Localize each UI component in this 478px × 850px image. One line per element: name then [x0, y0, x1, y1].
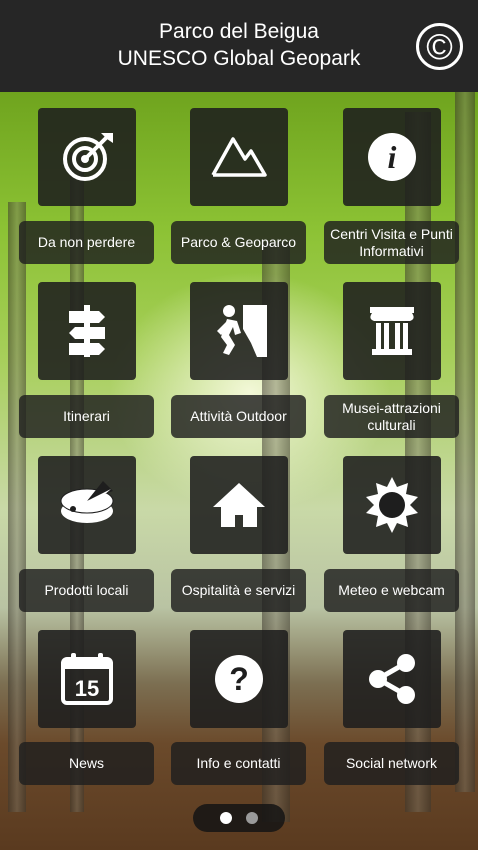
label-info-contatti[interactable]: Info e contatti: [171, 742, 306, 785]
sun-icon: [366, 477, 418, 533]
calendar-day: 15: [75, 676, 99, 701]
tile-social-network[interactable]: [343, 630, 441, 728]
tile-attivita-outdoor[interactable]: [190, 282, 288, 380]
info-icon: i: [368, 133, 416, 181]
target-icon: [63, 133, 113, 181]
page-indicator[interactable]: [193, 804, 285, 832]
home-icon: [213, 483, 265, 527]
tile-musei[interactable]: [343, 282, 441, 380]
label-news[interactable]: News: [19, 742, 154, 785]
label-itinerari[interactable]: Itinerari: [19, 395, 154, 438]
cheese-icon: [60, 481, 114, 523]
tile-ospitalita[interactable]: [190, 456, 288, 554]
label-social-network[interactable]: Social network: [324, 742, 459, 785]
question-icon: ?: [215, 655, 263, 703]
tile-centri-visita[interactable]: i: [343, 108, 441, 206]
label-meteo[interactable]: Meteo e webcam: [324, 569, 459, 612]
label-ospitalita[interactable]: Ospitalità e servizi: [171, 569, 306, 612]
tile-news[interactable]: 15: [38, 630, 136, 728]
svg-text:?: ?: [229, 661, 249, 697]
label-da-non-perdere[interactable]: Da non perdere: [19, 221, 154, 264]
label-prodotti-locali[interactable]: Prodotti locali: [19, 569, 154, 612]
label-centri-visita[interactable]: Centri Visita e Punti Informativi: [324, 221, 459, 264]
label-attivita-outdoor[interactable]: Attività Outdoor: [171, 395, 306, 438]
tile-da-non-perdere[interactable]: [38, 108, 136, 206]
column-icon: [370, 307, 414, 355]
page-dot-active[interactable]: [220, 812, 232, 824]
share-icon: [369, 654, 415, 704]
tile-itinerari[interactable]: [38, 282, 136, 380]
tile-info-contatti[interactable]: ?: [190, 630, 288, 728]
app-header: Parco del Beigua UNESCO Global Geopark ©: [0, 0, 478, 92]
label-parco-geoparco[interactable]: Parco & Geoparco: [171, 221, 306, 264]
app-title-line2: UNESCO Global Geopark: [117, 47, 361, 70]
climber-icon: [217, 305, 267, 357]
svg-text:i: i: [388, 139, 397, 175]
tile-meteo[interactable]: [343, 456, 441, 554]
tile-parco-geoparco[interactable]: [190, 108, 288, 206]
mountain-icon: [211, 137, 267, 177]
label-musei[interactable]: Musei-attrazioni culturali: [324, 395, 459, 438]
signpost-icon: [69, 305, 105, 357]
calendar-icon: 15: [61, 653, 113, 705]
page-dot-inactive[interactable]: [246, 812, 258, 824]
app-title-line1: Parco del Beigua: [159, 20, 319, 43]
tile-prodotti-locali[interactable]: [38, 456, 136, 554]
copyright-icon[interactable]: ©: [416, 23, 463, 70]
